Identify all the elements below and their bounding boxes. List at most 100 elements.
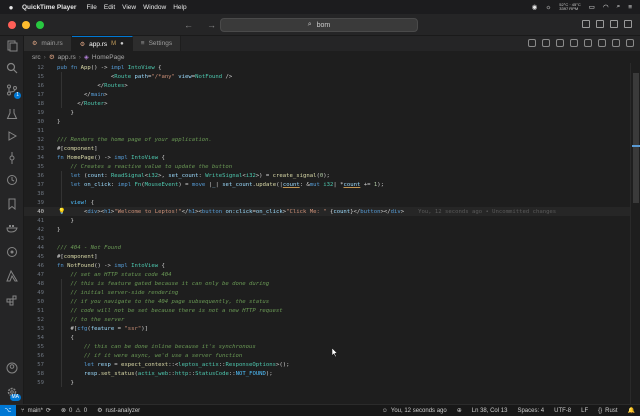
code-text: } (57, 379, 74, 386)
zoom-window-button[interactable] (36, 20, 44, 29)
extensions-icon[interactable] (6, 294, 18, 306)
manage-gear-icon[interactable]: MA (6, 386, 21, 401)
run-debug-icon[interactable] (6, 130, 18, 142)
close-window-button[interactable] (8, 20, 16, 29)
code-text: } (57, 118, 61, 125)
rust-analyzer-status[interactable]: ⚙ rust-analyzer (92, 407, 145, 415)
breadcrumb-file[interactable]: app.rs (58, 54, 76, 61)
customize-layout-icon[interactable] (624, 20, 632, 28)
remote-explorer-icon[interactable] (6, 246, 18, 258)
line-number: 55 (37, 343, 44, 350)
breadcrumb-symbol[interactable]: HomePage (92, 54, 125, 61)
go-back-icon[interactable] (542, 39, 550, 47)
menubar-view[interactable]: View (122, 4, 143, 11)
cursor-position[interactable]: Ln 38, Col 13 (467, 408, 513, 414)
command-center-search[interactable]: ⌕ bom (220, 18, 418, 32)
search-view-icon[interactable] (6, 62, 18, 74)
git-graph-icon[interactable] (6, 152, 18, 164)
file-encoding[interactable]: UTF-8 (549, 408, 576, 414)
sun-icon[interactable]: ☼ (545, 4, 551, 11)
command-center-text: bom (316, 21, 331, 29)
go-forward-icon[interactable] (556, 39, 564, 47)
source-control-icon[interactable]: 1 (6, 84, 21, 99)
line-number: 56 (37, 352, 44, 359)
toggle-blame-icon[interactable] (584, 39, 592, 47)
zoom-icon[interactable]: ⊕ (452, 407, 467, 414)
git-blame-status[interactable]: ☺ You, 12 seconds ago (377, 408, 452, 414)
explorer-icon[interactable] (6, 40, 18, 52)
problems-indicator[interactable]: ⊗ 0 ⚠ 0 (56, 407, 92, 415)
line-number: 44 (37, 244, 44, 251)
breadcrumb: src › ⚙ app.rs › ◈ HomePage (24, 51, 640, 63)
function-symbol-icon: ◈ (83, 54, 89, 61)
code-line: 45 #[component] (24, 252, 630, 261)
person-icon: ☺ (381, 407, 388, 414)
branch-icon: ⑂ (21, 407, 25, 414)
account-icon[interactable] (6, 362, 18, 374)
toggle-sidebar-icon[interactable] (582, 20, 590, 28)
code-line: 56 // if it were async, we'd use a serve… (24, 351, 630, 360)
menubar-app-name[interactable]: QuickTime Player (22, 4, 86, 11)
language-mode[interactable]: {} Rust (593, 408, 622, 414)
spotlight-search-icon[interactable]: ⌕ (617, 3, 621, 11)
tab-settings[interactable]: ≡ Settings (132, 36, 182, 51)
menubar-edit[interactable]: Edit (104, 4, 122, 11)
line-number: 36 (37, 172, 44, 179)
run-icon[interactable] (598, 39, 606, 47)
code-text: #[component] (57, 253, 98, 260)
open-changes-icon[interactable] (570, 39, 578, 47)
timeline-icon[interactable] (6, 174, 18, 186)
scrollbar-thumb[interactable] (633, 73, 639, 203)
line-number: 18 (37, 100, 44, 107)
control-center-icon[interactable]: ≡ (628, 4, 632, 11)
editor-scrollbar[interactable] (630, 63, 640, 404)
close-tab-icon[interactable]: ● (120, 41, 124, 47)
breadcrumb-src[interactable]: src (32, 54, 41, 61)
error-icon: ⊗ (60, 408, 67, 414)
toggle-panel-icon[interactable] (596, 20, 604, 28)
status-bar: ⌥ ⑂ main* ⟳ ⊗ 0 ⚠ 0 ⚙ rust-analyzer ☺ Yo… (0, 404, 640, 416)
code-line: 15 <Route path="/*any" view=NotFound /> (24, 72, 630, 81)
wifi-icon[interactable]: ◠ (603, 3, 609, 11)
line-number: 39 (37, 199, 44, 206)
code-line: 58 resp.set_status(actix_web::http::Stat… (24, 369, 630, 378)
code-line: 33 #[component] (24, 144, 630, 153)
toggle-secondary-sidebar-icon[interactable] (610, 20, 618, 28)
mouse-pointer-icon (332, 348, 338, 357)
docker-icon[interactable] (6, 222, 18, 234)
code-line: 39 view! { (24, 198, 630, 207)
notifications-bell-icon[interactable]: 🔔 (623, 407, 640, 414)
menubar-window[interactable]: Window (143, 4, 173, 11)
indentation[interactable]: Spaces: 4 (512, 408, 549, 414)
forward-arrow-icon[interactable]: → (207, 20, 216, 30)
line-number: 46 (37, 262, 44, 269)
line-number: 48 (37, 280, 44, 287)
lightbulb-icon[interactable]: 💡 (58, 208, 65, 215)
azure-icon[interactable] (6, 270, 18, 282)
timeline-history-icon[interactable] (528, 39, 536, 47)
more-actions-icon[interactable] (626, 39, 634, 47)
apple-menu-icon[interactable]: ● (0, 3, 22, 12)
end-of-line[interactable]: LF (576, 408, 593, 414)
code-line: 35 // Creates a reactive value to update… (24, 162, 630, 171)
menubar-help[interactable]: Help (173, 4, 193, 11)
code-text: view! { (70, 199, 95, 206)
menubar-file[interactable]: File (86, 4, 103, 11)
blame-text: You, 12 seconds ago (390, 407, 447, 414)
tab-app-rs[interactable]: ⚙ app.rs M ● (71, 36, 133, 51)
code-line: 30 } (24, 117, 630, 126)
battery-icon[interactable]: ▭ (589, 3, 595, 11)
minimize-window-button[interactable] (22, 20, 30, 29)
code-line: 38 (24, 189, 630, 198)
bookmarks-icon[interactable] (6, 198, 18, 210)
remote-indicator-icon[interactable]: ⌥ (0, 404, 16, 416)
tab-main-rs[interactable]: ⚙ main.rs (24, 36, 72, 51)
git-branch[interactable]: ⑂ main* ⟳ (16, 407, 56, 415)
testing-flask-icon[interactable] (6, 108, 18, 120)
back-arrow-icon[interactable]: ← (184, 20, 193, 30)
split-editor-icon[interactable] (612, 39, 620, 47)
code-line: 48 // this is feature gated because it c… (24, 279, 630, 288)
system-stats[interactable]: 52°C · 45°C 3397 RPM (559, 2, 580, 12)
code-text: // code will not be set because there is… (57, 307, 283, 314)
record-icon[interactable]: ◉ (532, 3, 538, 11)
